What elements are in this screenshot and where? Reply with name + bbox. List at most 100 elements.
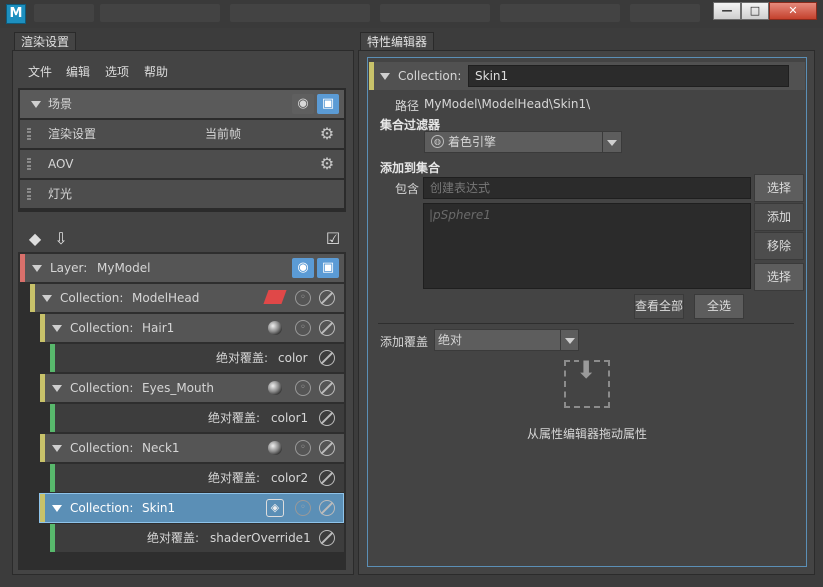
sphere-icon: [268, 321, 282, 335]
layer-prefix: Layer:: [50, 261, 88, 275]
disable-icon[interactable]: [319, 530, 335, 546]
disable-icon[interactable]: [319, 470, 335, 486]
collection-prefix: Collection:: [70, 321, 134, 335]
include-label: 包含: [395, 182, 420, 196]
collection-label: Collection:: [398, 69, 462, 83]
shading-engine-icon: ◍: [431, 135, 444, 148]
collection-color-bar: [40, 374, 45, 402]
close-button[interactable]: ✕: [769, 2, 817, 20]
isolate-icon[interactable]: ◦: [295, 320, 311, 336]
collection-prefix: Collection:: [70, 441, 134, 455]
collection-color-bar: [369, 62, 374, 90]
disable-icon[interactable]: [319, 410, 335, 426]
maximize-button[interactable]: □: [741, 2, 769, 20]
expand-arrow-icon[interactable]: [31, 101, 41, 108]
shader-icon: ◈: [266, 499, 284, 517]
override-prefix: 绝对覆盖:: [208, 411, 261, 425]
collection-name: Eyes_Mouth: [142, 381, 214, 395]
render-visible-icon[interactable]: ▣: [317, 258, 339, 278]
sphere-icon: [268, 441, 282, 455]
toolbar-blur: [380, 4, 490, 22]
checklist-icon[interactable]: ☑: [322, 229, 344, 249]
override-name: color2: [271, 471, 309, 485]
disable-icon[interactable]: [319, 500, 335, 516]
expand-arrow-icon[interactable]: [32, 265, 42, 272]
toolbar-blur: [630, 4, 700, 22]
collection-name: Hair1: [142, 321, 175, 335]
collection-color-bar: [40, 434, 45, 462]
remove-button[interactable]: 移除: [754, 232, 804, 260]
scene-label: 场景: [48, 97, 73, 111]
divider: [378, 323, 794, 324]
override-name: shaderOverride1: [210, 531, 311, 545]
override-type-value: 绝对: [438, 333, 463, 347]
dropdown-divider: [560, 330, 561, 350]
menu-options[interactable]: 选项: [105, 63, 129, 80]
tab-property-editor[interactable]: 特性编辑器: [360, 32, 435, 52]
collection-prefix: Collection:: [60, 291, 124, 305]
isolate-icon[interactable]: ◦: [295, 290, 311, 306]
isolate-icon[interactable]: ◦: [295, 500, 311, 516]
drag-handle-icon[interactable]: [27, 128, 31, 140]
override-name: color1: [271, 411, 309, 425]
override-name: color: [278, 351, 308, 365]
expand-arrow-icon[interactable]: [52, 445, 62, 452]
expand-arrow-icon[interactable]: [42, 295, 52, 302]
tab-render-setup[interactable]: 渲染设置: [14, 32, 77, 52]
add-to-collection-label: 添加到集合: [380, 161, 441, 175]
dropdown-divider: [602, 132, 603, 152]
toolbar-blur: [34, 4, 94, 22]
chevron-down-icon[interactable]: [565, 338, 575, 344]
layer-name: MyModel: [97, 261, 151, 275]
expand-arrow-icon[interactable]: [52, 505, 62, 512]
scene-item-label: AOV: [48, 157, 74, 171]
view-all-button[interactable]: 查看全部: [634, 294, 684, 319]
drag-handle-icon[interactable]: [27, 158, 31, 170]
eye-icon[interactable]: ◉: [292, 94, 314, 114]
collection-name-field[interactable]: Skin1: [468, 65, 789, 87]
render-visible-icon[interactable]: ▣: [317, 94, 339, 114]
member-list-item[interactable]: |pSphere1: [429, 208, 491, 222]
expand-arrow-icon[interactable]: [380, 73, 390, 80]
expand-arrow-icon[interactable]: [52, 325, 62, 332]
collection-prefix: Collection:: [70, 381, 134, 395]
disable-icon[interactable]: [319, 290, 335, 306]
select-button[interactable]: 选择: [754, 174, 804, 202]
chevron-down-icon[interactable]: [607, 140, 617, 146]
menu-file[interactable]: 文件: [28, 63, 52, 80]
disable-icon[interactable]: [319, 380, 335, 396]
override-prefix: 绝对覆盖:: [208, 471, 261, 485]
toolbar-blur: [100, 4, 220, 22]
eye-icon[interactable]: ◉: [292, 258, 314, 278]
add-override-label: 添加覆盖: [380, 335, 429, 349]
collection-color-bar: [30, 284, 35, 312]
filter-value: 着色引擎: [448, 135, 497, 149]
collection-prefix: Collection:: [70, 501, 134, 515]
gear-icon[interactable]: ⚙: [318, 155, 336, 173]
select-members-button[interactable]: 选择: [754, 263, 804, 291]
disable-icon[interactable]: [319, 350, 335, 366]
drag-handle-icon[interactable]: [27, 188, 31, 200]
toolbar-blur: [500, 4, 620, 22]
import-icon[interactable]: ⇩: [50, 229, 72, 249]
add-button[interactable]: 添加: [754, 203, 804, 231]
menu-help[interactable]: 帮助: [144, 63, 168, 80]
minimize-button[interactable]: —: [713, 2, 741, 20]
path-label: 路径: [395, 99, 420, 113]
include-expression-input[interactable]: 创建表达式: [423, 177, 751, 199]
menu-edit[interactable]: 编辑: [66, 63, 90, 80]
layer-color-bar: [20, 254, 25, 282]
override-color-bar: [50, 464, 55, 492]
isolate-icon[interactable]: ◦: [295, 440, 311, 456]
gear-icon[interactable]: ⚙: [318, 125, 336, 143]
create-layer-icon[interactable]: ◆: [24, 229, 46, 249]
collection-name: Neck1: [142, 441, 180, 455]
isolate-icon[interactable]: ◦: [295, 380, 311, 396]
disable-icon[interactable]: [319, 320, 335, 336]
expand-arrow-icon[interactable]: [52, 385, 62, 392]
select-all-button[interactable]: 全选: [694, 294, 744, 319]
disable-icon[interactable]: [319, 440, 335, 456]
drop-arrow-icon: ⬇: [575, 356, 597, 384]
override-color-bar: [50, 404, 55, 432]
override-color-bar: [50, 344, 55, 372]
